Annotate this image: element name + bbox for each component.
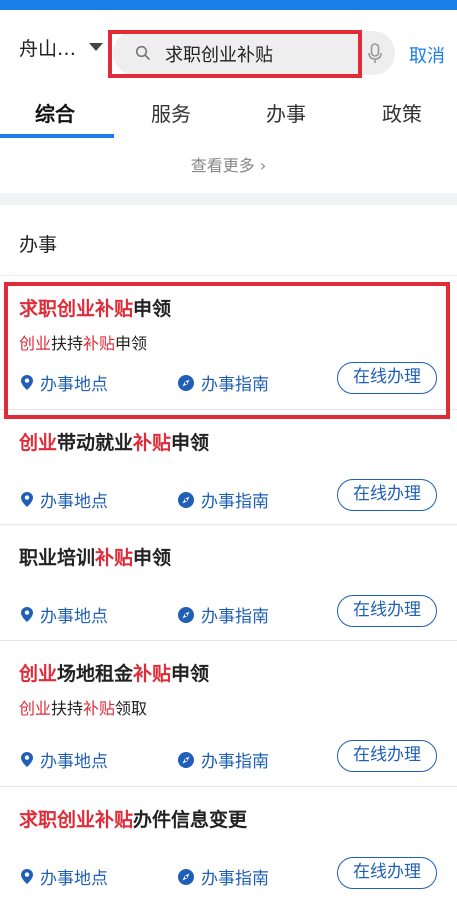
active-tab-indicator [0,134,114,138]
location-pin-icon [21,492,33,507]
location-link[interactable]: 办事地点 [21,747,108,772]
guide-link[interactable]: 办事指南 [178,602,269,627]
item-title[interactable]: 求职创业补贴申领 [19,294,171,321]
item-title[interactable]: 职业培训补贴申领 [19,543,171,570]
list-item[interactable]: 求职创业补贴申领 创业扶持补贴申领 办事地点 办事指南 在线办理 [0,276,457,410]
cancel-button[interactable]: 取消 [409,42,445,68]
guide-link[interactable]: 办事指南 [178,487,269,512]
list-item[interactable]: 职业培训补贴申领 办事地点 办事指南 在线办理 [0,525,457,641]
item-title[interactable]: 创业场地租金补贴申领 [19,659,209,686]
section-header: 办事 [0,205,457,276]
compass-icon [178,751,194,768]
guide-link[interactable]: 办事指南 [178,864,269,889]
city-selector[interactable]: 舟山… [19,34,76,61]
tab-affairs[interactable]: 办事 [266,98,306,127]
location-link[interactable]: 办事地点 [21,864,108,889]
online-apply-button[interactable]: 在线办理 [337,362,437,394]
compass-icon [178,868,194,885]
compass-icon [178,606,194,623]
location-pin-icon [21,869,33,884]
section-title: 办事 [19,234,58,256]
tab-services[interactable]: 服务 [151,98,191,127]
location-link[interactable]: 办事地点 [21,487,108,512]
microphone-icon[interactable] [367,43,383,65]
chevron-down-icon[interactable] [89,43,103,51]
compass-icon [178,491,194,508]
online-apply-button[interactable]: 在线办理 [337,857,437,889]
location-link[interactable]: 办事地点 [21,602,108,627]
compass-icon [178,374,194,391]
guide-link[interactable]: 办事指南 [178,370,269,395]
list-item[interactable]: 创业场地租金补贴申领 创业扶持补贴领取 办事地点 办事指南 在线办理 [0,641,457,787]
location-pin-icon [21,375,33,390]
tab-general[interactable]: 综合 [35,98,75,127]
item-title[interactable]: 求职创业补贴办件信息变更 [19,805,247,832]
tab-policy[interactable]: 政策 [382,98,422,127]
guide-link[interactable]: 办事指南 [178,747,269,772]
online-apply-button[interactable]: 在线办理 [337,740,437,772]
item-subtitle: 创业扶持补贴领取 [19,699,148,718]
list-item[interactable]: 求职创业补贴办件信息变更 办事地点 办事指南 在线办理 [0,787,457,897]
status-bar [0,0,457,10]
item-subtitle: 创业扶持补贴申领 [19,334,148,353]
location-pin-icon [21,607,33,622]
tab-bar: 综合 服务 办事 政策 [0,80,457,140]
search-header: 舟山… 求职创业补贴 取消 [0,10,457,80]
online-apply-button[interactable]: 在线办理 [337,595,437,627]
item-title[interactable]: 创业带动就业补贴申领 [19,428,209,455]
view-more[interactable]: 查看更多 › [0,140,457,193]
list-item[interactable]: 创业带动就业补贴申领 办事地点 办事指南 在线办理 [0,410,457,525]
search-highlight-box [108,30,362,78]
location-link[interactable]: 办事地点 [21,370,108,395]
view-more-label[interactable]: 查看更多 › [0,152,457,176]
location-pin-icon [21,752,33,767]
online-apply-button[interactable]: 在线办理 [337,479,437,511]
section-divider [0,193,457,205]
